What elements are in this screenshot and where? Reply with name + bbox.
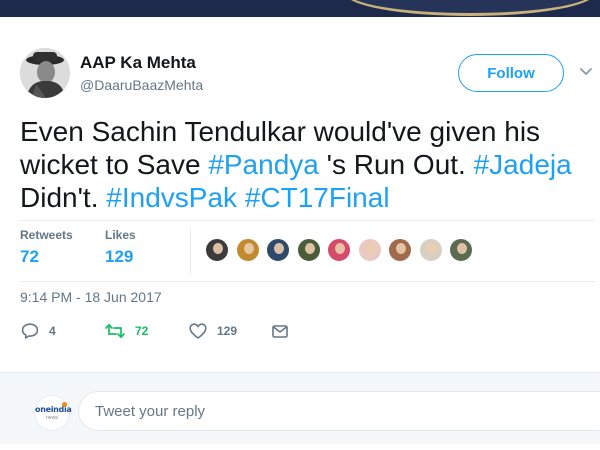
- tweet-actions: 4 72 129: [20, 320, 320, 344]
- follow-button[interactable]: Follow: [458, 54, 564, 92]
- tweet-header: AAP Ka Mehta @DaaruBaazMehta Follow: [20, 46, 592, 100]
- liker-avatar[interactable]: [295, 237, 322, 263]
- tweet-text-segment: Didn't.: [20, 182, 107, 213]
- author-handle[interactable]: @DaaruBaazMehta: [80, 77, 203, 93]
- banner-emblem: [345, 0, 595, 16]
- retweet-count: 72: [135, 324, 149, 338]
- liker-avatar[interactable]: [265, 237, 291, 263]
- liker-avatar[interactable]: [387, 237, 413, 263]
- heart-icon: [189, 323, 207, 339]
- liker-avatar-face: [243, 243, 254, 254]
- author-avatar-image: [20, 48, 70, 98]
- liker-avatar[interactable]: [326, 237, 352, 263]
- liker-avatar-face: [365, 243, 376, 254]
- brand-dot-icon: [62, 402, 67, 407]
- tweet-text: Even Sachin Tendulkar would've given his…: [20, 115, 595, 214]
- like-button[interactable]: 129: [188, 320, 237, 342]
- retweet-icon: [105, 323, 125, 339]
- hashtag-link[interactable]: #IndvsPak: [106, 182, 237, 213]
- liker-avatar[interactable]: [448, 237, 474, 263]
- retweets-value: 72: [20, 247, 39, 266]
- hashtag-link[interactable]: #Pandya: [208, 149, 319, 180]
- author-avatar[interactable]: [20, 48, 70, 98]
- divider: [20, 220, 595, 221]
- retweet-button[interactable]: 72: [104, 320, 148, 342]
- like-count: 129: [217, 324, 238, 338]
- chevron-down-icon[interactable]: [577, 62, 595, 80]
- liker-avatar[interactable]: [356, 237, 383, 263]
- liker-avatar[interactable]: [234, 237, 261, 263]
- top-banner: [0, 0, 600, 17]
- likes-label: Likes: [105, 228, 136, 242]
- tweet-text-segment: [237, 182, 245, 213]
- divider: [20, 281, 595, 282]
- author-name[interactable]: AAP Ka Mehta: [80, 53, 196, 73]
- liker-avatar-face: [396, 243, 406, 254]
- liker-avatar-face: [304, 243, 315, 254]
- hashtag-link[interactable]: #Jadeja: [474, 149, 572, 180]
- reply-user-avatar: oneindia news: [34, 395, 72, 431]
- tweet-timestamp[interactable]: 9:14 PM - 18 Jun 2017: [20, 289, 162, 305]
- likes-value: 129: [105, 247, 134, 266]
- liker-avatar[interactable]: [417, 237, 444, 263]
- reply-count: 4: [49, 324, 56, 338]
- hashtag-link[interactable]: #CT17Final: [245, 182, 390, 213]
- reply-bar: oneindia news: [0, 372, 600, 444]
- liker-avatar[interactable]: [204, 237, 230, 263]
- liker-avatar-face: [457, 243, 467, 254]
- liker-avatar-face: [274, 243, 284, 254]
- reply-input[interactable]: [78, 391, 600, 431]
- liker-avatar-face: [335, 243, 345, 254]
- reply-icon: [21, 323, 39, 339]
- retweets-label: Retweets: [20, 228, 73, 242]
- tweet-text-segment: 's Run Out.: [318, 149, 474, 180]
- liker-avatar-face: [213, 243, 223, 254]
- envelope-icon: [272, 325, 288, 338]
- tweet-stats: Retweets 72 Likes 129: [20, 228, 595, 274]
- stats-separator: [190, 228, 191, 274]
- liker-avatar-face: [426, 243, 437, 254]
- reply-button[interactable]: 4: [20, 320, 56, 342]
- retweets-stat[interactable]: Retweets 72: [20, 228, 73, 267]
- direct-message-button[interactable]: [270, 320, 290, 342]
- avatar-brand-subtext: news: [46, 415, 58, 421]
- likes-stat[interactable]: Likes 129: [105, 228, 136, 267]
